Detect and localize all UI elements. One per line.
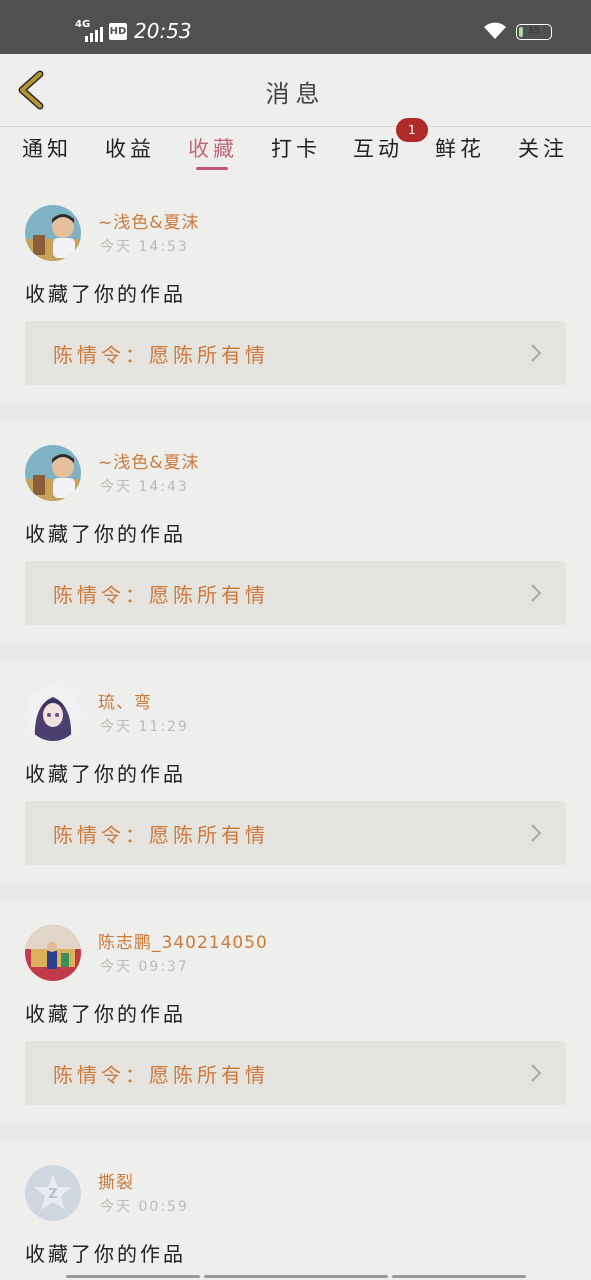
app-header: 消息 [0,54,591,126]
tab-earnings[interactable]: 收益 [95,135,165,175]
svg-text:Z: Z [48,1187,57,1202]
chevron-right-icon [531,344,542,362]
username[interactable]: ~浅色&夏沫 [98,448,200,473]
work-link[interactable]: 陈情令：愿陈所有情 [25,561,566,625]
tab-bar: 通知 收益 收藏 打卡 互动 鲜花 关注 [0,127,591,179]
chevron-right-icon [531,824,542,842]
work-link[interactable]: 陈情令：愿陈所有情 [25,321,566,385]
work-title: 陈情令：愿陈所有情 [53,823,269,847]
tab-flowers[interactable]: 鲜花 [425,135,495,175]
timestamp: 今天 14:53 [100,239,189,255]
list-item: ~浅色&夏沫 今天 14:43 收藏了你的作品 陈情令：愿陈所有情 [0,420,591,644]
action-text: 收藏了你的作品 [25,1002,186,1026]
avatar[interactable] [25,925,81,981]
avatar[interactable] [25,205,81,261]
list-item: 琉、弯 今天 11:29 收藏了你的作品 陈情令：愿陈所有情 [0,660,591,884]
home-indicator [392,1275,526,1278]
action-text: 收藏了你的作品 [25,762,186,786]
list-item: ~浅色&夏沫 今天 14:53 收藏了你的作品 陈情令：愿陈所有情 [0,180,591,404]
list-item: 陈志鹏_340214050 今天 09:37 收藏了你的作品 陈情令：愿陈所有情 [0,900,591,1124]
work-link[interactable]: 陈情令：愿陈所有情 [25,801,566,865]
timestamp: 今天 14:43 [100,479,189,495]
avatar[interactable]: Z [25,1165,81,1221]
network-type: 4G [75,19,91,30]
avatar[interactable] [25,685,81,741]
action-text: 收藏了你的作品 [25,282,186,306]
timestamp: 今天 09:37 [100,959,189,975]
tab-checkin[interactable]: 打卡 [261,135,331,175]
work-link[interactable]: 陈情令：愿陈所有情 [25,1041,566,1105]
home-indicator [204,1275,388,1278]
avatar[interactable] [25,445,81,501]
wifi-icon [484,22,506,39]
timestamp: 今天 11:29 [100,719,189,735]
timestamp: 今天 00:59 [100,1199,189,1215]
tab-follows[interactable]: 关注 [508,135,578,175]
active-tab-indicator [196,167,228,170]
username[interactable]: 琉、弯 [98,688,152,713]
username[interactable]: 撕裂 [98,1168,134,1193]
chevron-right-icon [531,1064,542,1082]
list-item: Z 撕裂 今天 00:59 收藏了你的作品 [0,1140,591,1280]
work-title: 陈情令：愿陈所有情 [53,1063,269,1087]
status-bar: 4G HD 20:53 15 [0,0,591,54]
clock: 20:53 [134,19,192,43]
battery-icon: 15 [516,24,552,40]
default-avatar-icon: Z [25,1165,81,1221]
work-title: 陈情令：愿陈所有情 [53,583,269,607]
home-indicator [66,1275,200,1278]
action-text: 收藏了你的作品 [25,522,186,546]
username[interactable]: ~浅色&夏沫 [98,208,200,233]
signal-indicator: 4G [75,20,105,42]
action-text: 收藏了你的作品 [25,1242,186,1266]
tab-notifications[interactable]: 通知 [12,135,82,175]
work-title: 陈情令：愿陈所有情 [53,343,269,367]
page-title: 消息 [265,80,326,108]
chevron-right-icon [531,584,542,602]
interactions-badge: 1 [396,118,428,142]
username[interactable]: 陈志鹏_340214050 [98,928,268,953]
hd-indicator: HD [109,23,127,40]
battery-percent: 15 [528,26,540,36]
